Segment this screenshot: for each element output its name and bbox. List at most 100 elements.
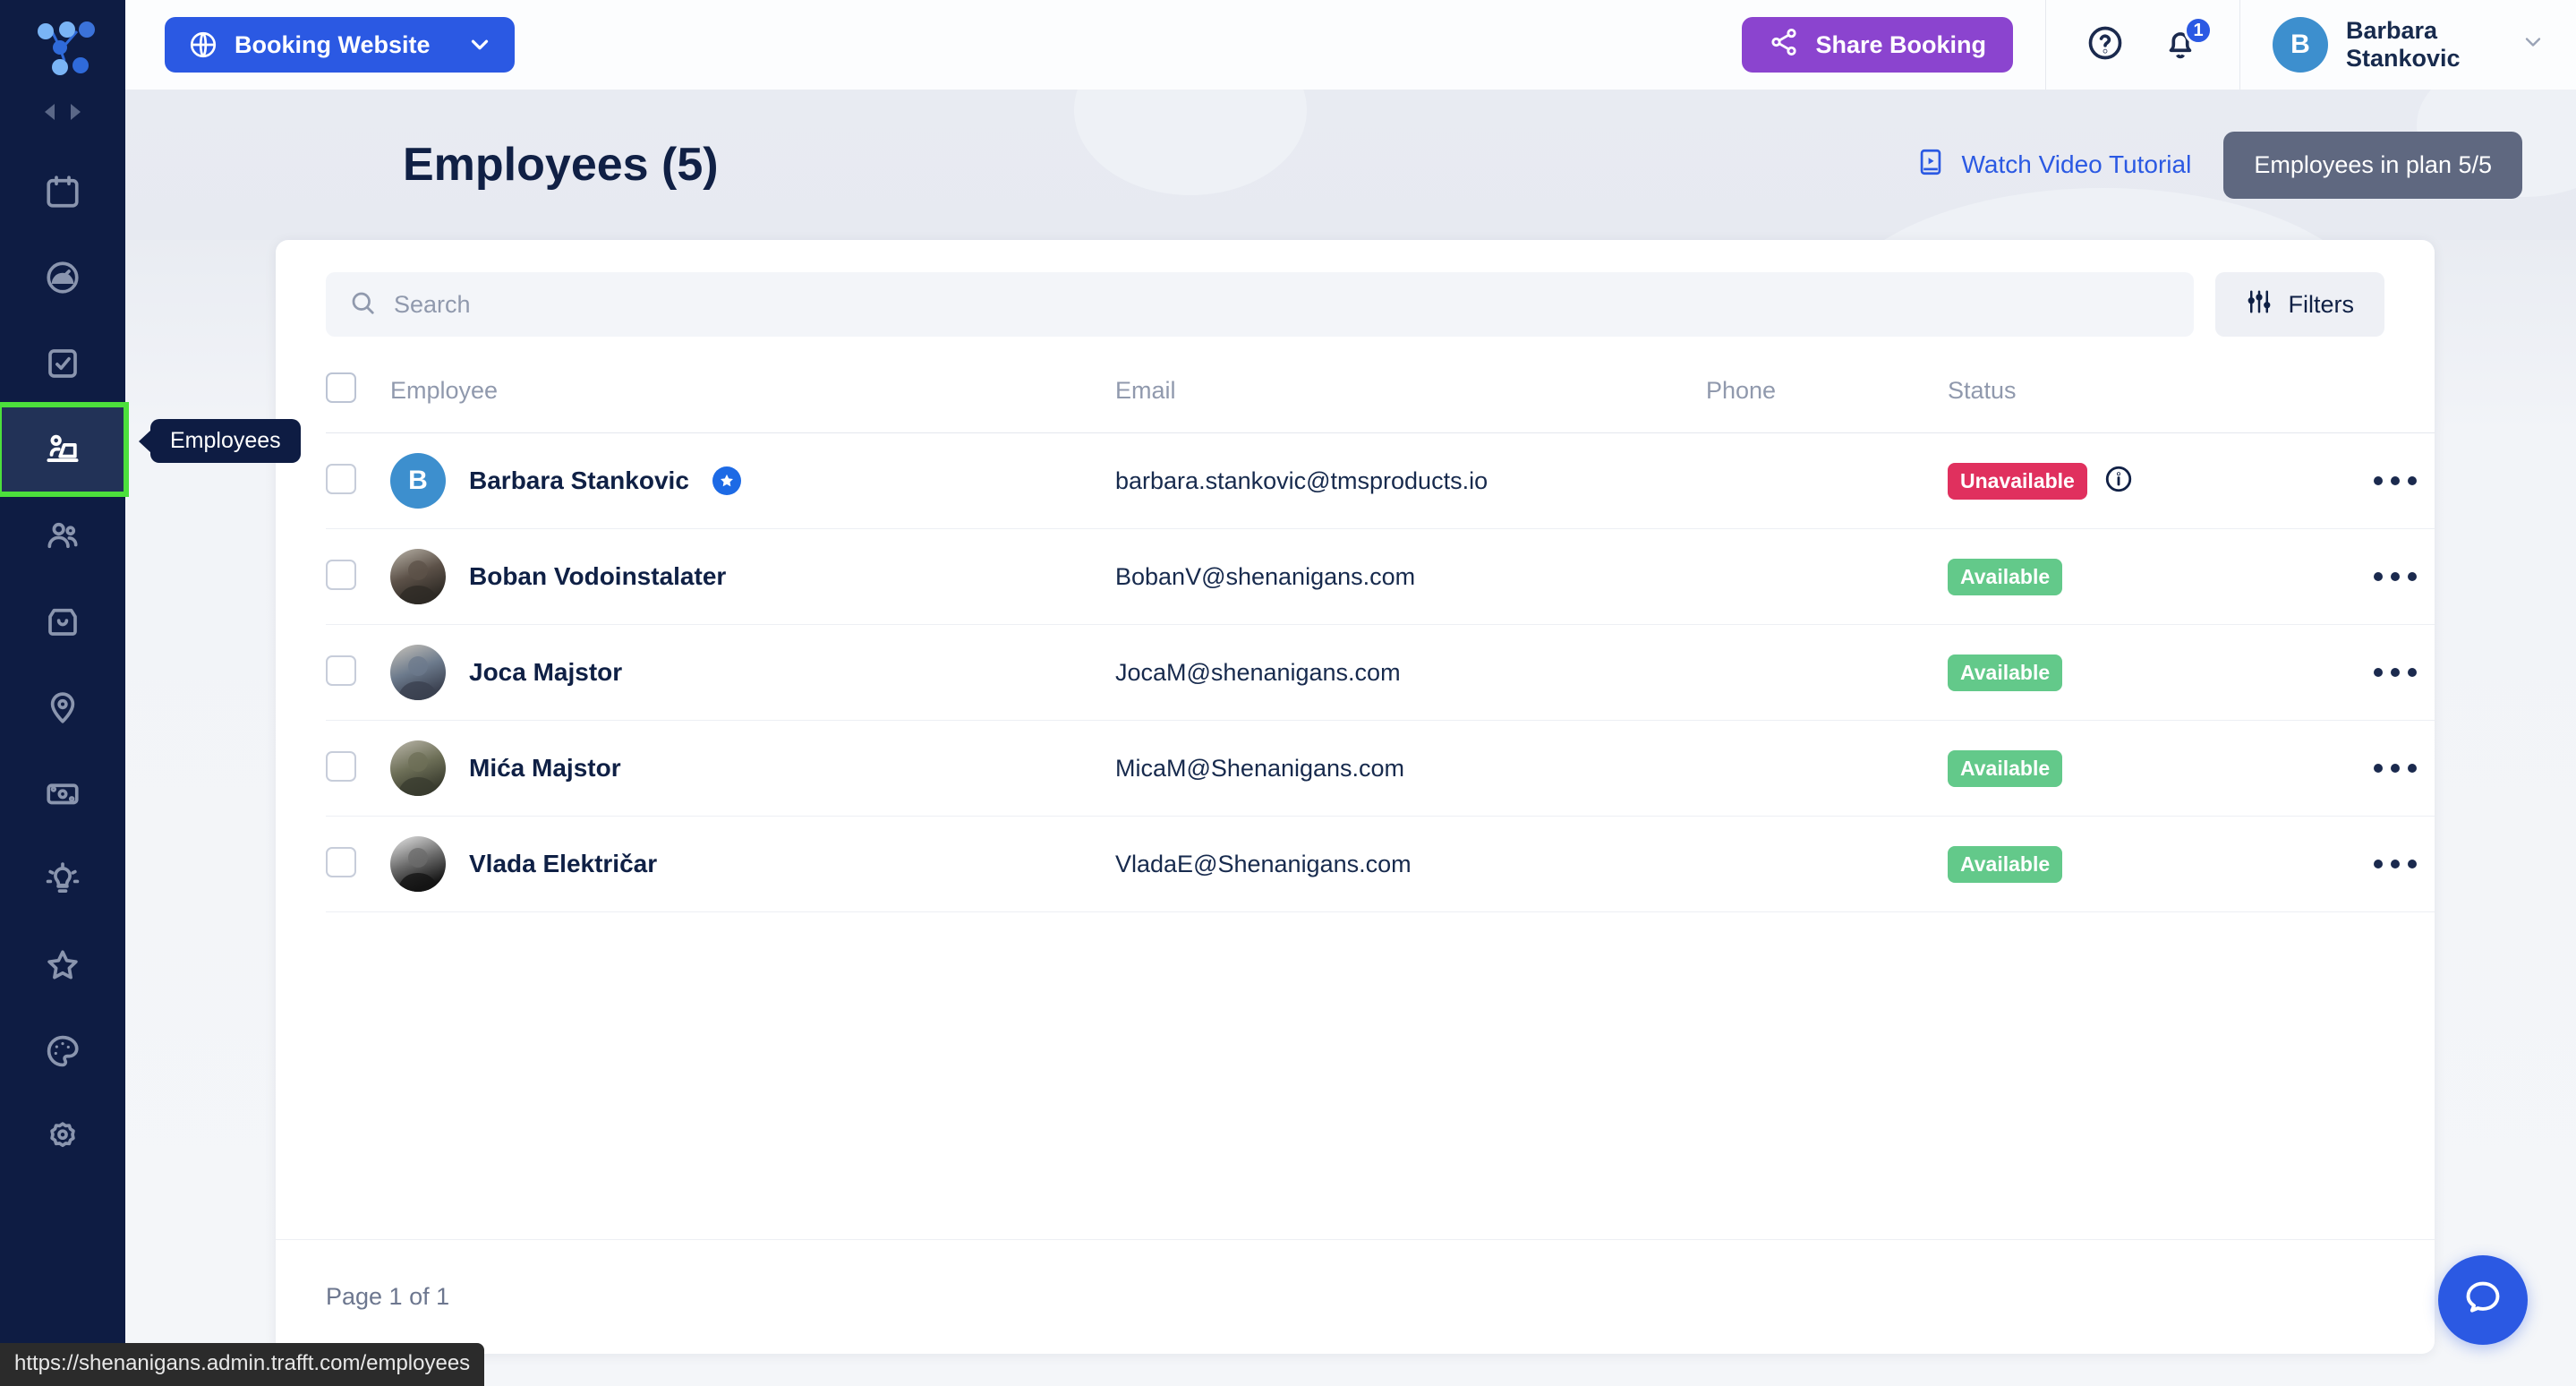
- help-button[interactable]: [2078, 18, 2132, 72]
- user-chevron-down-icon[interactable]: [2521, 30, 2546, 61]
- share-booking-button[interactable]: Share Booking: [1742, 17, 2013, 73]
- employee-email: MicaM@Shenanigans.com: [1115, 754, 1405, 782]
- page-title: Employees (5): [403, 139, 719, 191]
- employee-name: Vlada Električar: [469, 850, 658, 877]
- row-checkbox[interactable]: [326, 654, 356, 686]
- notifications-button[interactable]: 1: [2154, 16, 2213, 72]
- chat-bubble-icon: [2460, 1275, 2506, 1326]
- pagination-info: Page 1 of 1: [326, 1283, 450, 1310]
- status-cell: Available: [1948, 529, 2306, 625]
- top-bar: Booking Website Share Booking 1 B Barbar…: [125, 0, 2576, 90]
- sidebar-item-calendar[interactable]: [0, 149, 125, 235]
- row-actions-menu-button[interactable]: [2306, 860, 2435, 868]
- user-avatar: B: [2273, 17, 2328, 73]
- row-checkbox[interactable]: [326, 559, 356, 590]
- status-cell: Available: [1948, 817, 2306, 912]
- employee-avatar: [390, 740, 446, 796]
- employees-table-head: Employee Email Phone Status: [326, 360, 2435, 433]
- row-actions-menu-button[interactable]: [2306, 572, 2435, 581]
- employee-name: Boban Vodoinstalater: [469, 562, 727, 590]
- booking-website-button[interactable]: Booking Website: [165, 17, 515, 73]
- phone-cell: [1706, 433, 1948, 529]
- sidebar-item-locations[interactable]: [0, 664, 125, 750]
- sidebar-item-bookings[interactable]: [0, 321, 125, 406]
- phone-cell: [1706, 817, 1948, 912]
- select-all-checkbox[interactable]: [326, 372, 356, 403]
- sidebar-collapse-arrows[interactable]: [0, 91, 125, 133]
- search-box[interactable]: [326, 272, 2194, 337]
- search-input[interactable]: [394, 290, 2171, 319]
- phone-cell: [1706, 625, 1948, 721]
- trafft-logo-icon: [38, 20, 95, 75]
- app-logo[interactable]: [0, 0, 125, 90]
- card-footer: Page 1 of 1: [276, 1239, 2435, 1354]
- row-checkbox[interactable]: [326, 846, 356, 877]
- chevron-down-icon[interactable]: [466, 31, 493, 58]
- status-info-icon[interactable]: [2103, 464, 2134, 499]
- collapse-left-icon[interactable]: [45, 104, 55, 120]
- expand-right-icon[interactable]: [71, 104, 81, 120]
- status-cell: Unavailable: [1948, 433, 2306, 529]
- main-area: Booking Website Share Booking 1 B Barbar…: [125, 0, 2576, 1386]
- email-cell: JocaM@shenanigans.com: [1115, 625, 1706, 721]
- row-checkbox[interactable]: [326, 463, 356, 494]
- row-actions-cell: [2306, 625, 2435, 721]
- column-header-email: Email: [1115, 377, 1176, 404]
- status-cell: Available: [1948, 625, 2306, 721]
- email-cell: VladaE@Shenanigans.com: [1115, 817, 1706, 912]
- user-name-label: Barbara Stankovic: [2346, 16, 2461, 72]
- employee-email: JocaM@shenanigans.com: [1115, 658, 1401, 686]
- sidebar-item-settings[interactable]: [0, 1094, 125, 1180]
- row-actions-cell: [2306, 529, 2435, 625]
- filters-label: Filters: [2288, 290, 2355, 318]
- table-row[interactable]: Vlada Električar VladaE@Shenanigans.com Av…: [326, 816, 2435, 912]
- column-header-employee: Employee: [390, 377, 499, 404]
- sidebar-item-employees[interactable]: [0, 402, 129, 497]
- filters-button[interactable]: Filters: [2214, 272, 2384, 337]
- left-sidebar: [0, 0, 129, 1386]
- employee-cell: Vlada Električar: [390, 817, 1115, 912]
- phone-cell: [1706, 721, 1948, 817]
- support-chat-button[interactable]: [2438, 1255, 2528, 1345]
- employees-plan-badge[interactable]: Employees in plan 5/5: [2223, 131, 2522, 199]
- row-actions-cell: [2306, 433, 2435, 529]
- status-badge: Available: [1948, 845, 2063, 883]
- user-menu[interactable]: B Barbara Stankovic: [2273, 17, 2576, 73]
- employees-card: Filters Emp: [276, 240, 2435, 1354]
- table-row[interactable]: Boban Vodoinstalater BobanV@shenanigans.c…: [326, 528, 2435, 625]
- sidebar-item-finance[interactable]: [0, 750, 125, 836]
- video-tutorial-icon: [1915, 147, 1946, 184]
- search-icon: [349, 289, 376, 321]
- sidebar-item-favorites[interactable]: [0, 922, 125, 1008]
- sidebar-nav: [0, 149, 129, 1187]
- table-row[interactable]: B Barbara Stankovic barbara.stankovic@tmsp…: [326, 432, 2435, 529]
- row-actions-menu-button[interactable]: [2306, 764, 2435, 773]
- row-select-cell: [326, 433, 390, 529]
- employees-table: Employee Email Phone Status B Barbara Sta…: [326, 360, 2435, 912]
- watch-video-tutorial-link[interactable]: Watch Video Tutorial: [1915, 147, 2191, 184]
- browser-status-url: https://shenanigans.admin.trafft.com/emp…: [0, 1343, 485, 1386]
- row-actions-menu-button[interactable]: [2306, 668, 2435, 677]
- sidebar-item-dashboard[interactable]: [0, 235, 125, 321]
- employee-cell: Mića Majstor: [390, 721, 1115, 817]
- decor-blob-1: [1074, 90, 1307, 195]
- sidebar-item-services[interactable]: [0, 578, 125, 664]
- globe-icon: [188, 30, 218, 60]
- row-checkbox[interactable]: [326, 750, 356, 782]
- employee-name: Mića Majstor: [469, 754, 621, 782]
- table-row[interactable]: Mića Majstor MicaM@Shenanigans.com Availab…: [326, 720, 2435, 817]
- sidebar-item-features[interactable]: [0, 836, 125, 922]
- sidebar-item-customers[interactable]: [0, 492, 125, 578]
- employee-avatar: [390, 836, 446, 892]
- share-booking-label: Share Booking: [1815, 30, 1986, 58]
- booking-website-label: Booking Website: [235, 30, 431, 58]
- status-badge: Unavailable: [1948, 462, 2087, 500]
- row-actions-menu-button[interactable]: [2306, 476, 2435, 485]
- page-header-actions: Watch Video Tutorial Employees in plan 5…: [1915, 131, 2522, 199]
- table-row[interactable]: Joca Majstor JocaM@shenanigans.com Availab…: [326, 624, 2435, 721]
- employees-table-body: B Barbara Stankovic barbara.stankovic@tmsp…: [326, 432, 2435, 912]
- employee-email: barbara.stankovic@tmsproducts.io: [1115, 466, 1488, 494]
- row-select-cell: [326, 529, 390, 625]
- question-circle-icon: [2086, 23, 2125, 67]
- sidebar-item-customize[interactable]: [0, 1008, 125, 1094]
